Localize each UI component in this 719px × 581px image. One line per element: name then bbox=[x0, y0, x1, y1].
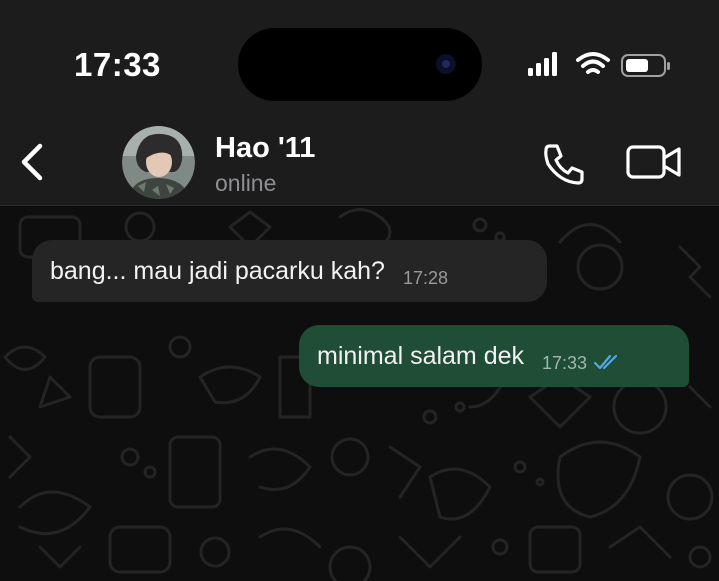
message-time: 17:28 bbox=[402, 267, 448, 288]
read-receipt-double-check-icon bbox=[593, 354, 618, 370]
message-bubble-outgoing[interactable]: minimal salam dek 17:33 bbox=[299, 325, 689, 387]
chat-header: Hao '11 online bbox=[0, 120, 719, 206]
status-bar: 17:33 bbox=[0, 0, 719, 120]
message-text: bang... mau jadi pacarku kah? bbox=[50, 256, 385, 285]
battery-icon bbox=[621, 54, 670, 77]
cellular-signal-icon bbox=[528, 52, 557, 76]
contact-name[interactable]: Hao '11 bbox=[215, 132, 315, 165]
contact-avatar[interactable] bbox=[122, 126, 195, 199]
contact-status: online bbox=[215, 170, 277, 196]
chat-area[interactable]: bang... mau jadi pacarku kah? 17:28 mini… bbox=[0, 207, 719, 581]
back-chevron-icon[interactable] bbox=[16, 140, 48, 184]
phone-icon[interactable] bbox=[540, 140, 588, 188]
message-bubble-incoming[interactable]: bang... mau jadi pacarku kah? 17:28 bbox=[32, 240, 547, 302]
video-camera-icon[interactable] bbox=[626, 144, 682, 180]
wifi-icon bbox=[576, 52, 610, 74]
message-time: 17:33 bbox=[542, 352, 588, 373]
status-icons bbox=[528, 52, 670, 77]
front-camera-icon bbox=[436, 54, 456, 74]
status-time: 17:33 bbox=[74, 46, 161, 83]
message-text: minimal salam dek bbox=[317, 341, 525, 370]
